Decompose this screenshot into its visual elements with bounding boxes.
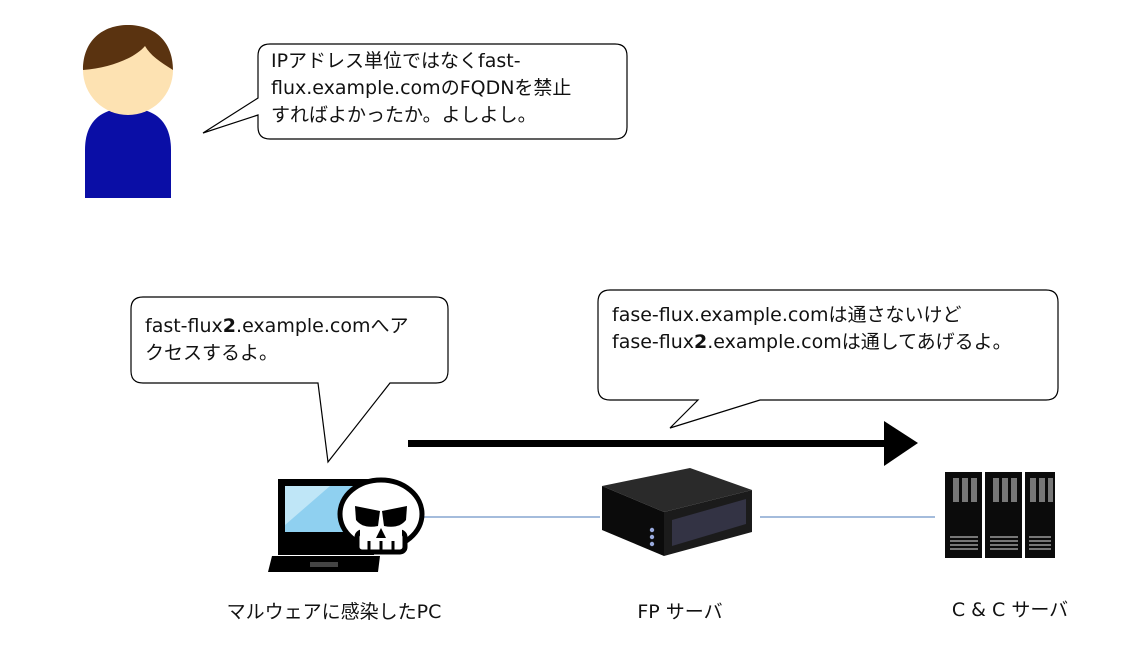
traffic-arrow-shaft: [408, 440, 890, 447]
fp-bubble-line2-bold: 2: [694, 331, 708, 353]
pc-bubble-line1-pre: fast-flux: [145, 315, 223, 337]
traffic-arrow-head: [884, 421, 918, 466]
fp-bubble-line2: fase-flux2.example.comは通してあげるよ。: [612, 329, 1012, 356]
user-body: [85, 108, 171, 198]
skull-icon: [337, 477, 425, 555]
fp-server-icon: [602, 468, 752, 556]
traffic-arrow: [408, 421, 918, 466]
fp-node-label: FP サーバ: [637, 601, 723, 623]
pc-bubble-line2: クセスするよ。: [145, 342, 279, 364]
user-bubble-text: IPアドレス単位ではなくfast- flux.example.comのFQDNを…: [271, 48, 571, 129]
user-bubble-line3: すればよかったか。よしよし。: [271, 104, 537, 126]
pc-bubble-line1-post: .example.comへア: [236, 315, 409, 337]
fp-bubble-text: fase-flux.example.comは通さないけど fase-flux2.…: [612, 302, 1012, 356]
pc-bubble-line1-bold: 2: [222, 315, 237, 337]
fp-bubble-line2-post: .example.comは通してあげるよ。: [707, 331, 1012, 353]
user-figure: [83, 25, 173, 198]
fp-bubble-line2-pre: fase-flux: [612, 331, 695, 353]
fp-bubble-line1: fase-flux.example.comは通さないけど: [612, 304, 962, 326]
pc-node-label: マルウェアに感染したPC: [226, 601, 442, 623]
user-bubble-line2: flux.example.comのFQDNを禁止: [271, 77, 572, 99]
cc-node-label: C & C サーバ: [951, 599, 1069, 621]
user-bubble-line1: IPアドレス単位ではなくfast-: [271, 50, 521, 72]
pc-bubble-line1: fast-flux2.example.comへア: [145, 313, 408, 340]
cc-server-icon: [945, 472, 1055, 558]
pc-bubble-text: fast-flux2.example.comへア クセスするよ。: [145, 313, 408, 367]
